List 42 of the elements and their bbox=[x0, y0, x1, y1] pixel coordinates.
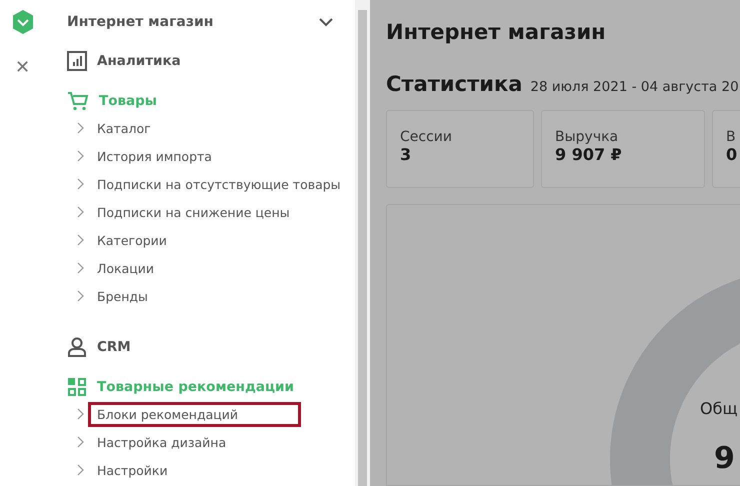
stat-label: Сессии bbox=[400, 129, 453, 145]
scrollbar[interactable] bbox=[355, 0, 370, 486]
menu-item[interactable]: Локации bbox=[93, 258, 158, 278]
chevron-right-icon bbox=[75, 150, 85, 162]
donut-label: Общ bbox=[700, 399, 738, 418]
menu-item[interactable]: История импорта bbox=[93, 146, 216, 166]
stat-label: В bbox=[726, 129, 737, 145]
menu-item[interactable]: Настройки bbox=[93, 460, 172, 480]
user-icon bbox=[67, 337, 87, 357]
chevron-right-icon bbox=[75, 262, 85, 274]
stat-label: Выручка bbox=[555, 129, 620, 145]
menu-item[interactable]: Блоки рекомендаций bbox=[91, 404, 298, 424]
chevron-down-icon[interactable] bbox=[319, 18, 333, 26]
chevron-right-icon bbox=[75, 464, 85, 476]
grid-icon bbox=[67, 377, 87, 397]
menu-item[interactable]: Категории bbox=[93, 230, 171, 250]
menu-item[interactable]: Подписки на снижение цены bbox=[93, 202, 294, 222]
menu-item[interactable]: Настройка дизайна bbox=[93, 432, 230, 452]
menu-section[interactable]: CRM bbox=[97, 339, 131, 355]
chevron-right-icon bbox=[75, 234, 85, 246]
close-button[interactable]: ✕ bbox=[15, 58, 30, 76]
stat-value: 9 907 ₽ bbox=[555, 145, 623, 164]
chevron-right-icon bbox=[75, 178, 85, 190]
chevron-right-icon bbox=[75, 408, 85, 420]
chevron-right-icon bbox=[75, 436, 85, 448]
stat-value: 0 bbox=[726, 145, 738, 164]
stat-value: 3 bbox=[400, 145, 412, 164]
section-title: Статистика bbox=[386, 72, 522, 96]
chart-icon bbox=[67, 51, 87, 71]
chevron-right-icon bbox=[75, 290, 85, 302]
chevron-right-icon bbox=[75, 206, 85, 218]
menu-item[interactable]: Каталог bbox=[93, 118, 155, 138]
menu-section[interactable]: Аналитика bbox=[97, 53, 181, 69]
chevron-right-icon bbox=[75, 122, 85, 134]
menu-item[interactable]: Бренды bbox=[93, 286, 152, 306]
store-title: Интернет магазин bbox=[67, 14, 214, 30]
donut-value: 9 bbox=[714, 441, 735, 476]
cart-icon bbox=[67, 91, 89, 111]
logo-icon[interactable] bbox=[12, 10, 34, 34]
page-title: Интернет магазин bbox=[386, 20, 607, 44]
menu-item[interactable]: Подписки на отсутствующие товары bbox=[93, 174, 345, 194]
date-range: 28 июля 2021 - 04 августа 20 bbox=[530, 79, 739, 95]
